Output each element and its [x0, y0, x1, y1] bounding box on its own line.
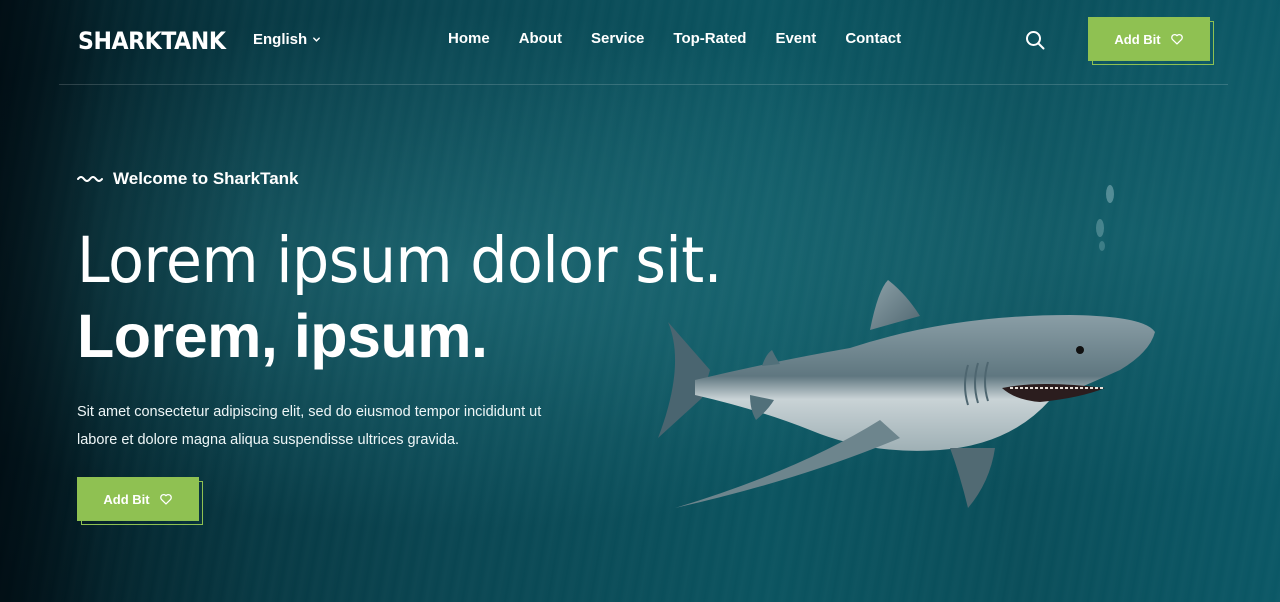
wave-icon: [77, 176, 103, 182]
nav-service[interactable]: Service: [591, 30, 644, 47]
hero-section: SHARKTANK English Home About Service Top…: [0, 0, 1280, 602]
button-label: Add Bit: [103, 491, 150, 507]
shark-image: [658, 280, 1155, 508]
header-add-bit-button[interactable]: Add Bit: [1088, 17, 1210, 61]
search-icon[interactable]: [1024, 29, 1046, 51]
nav-home[interactable]: Home: [448, 30, 490, 47]
main-nav: Home About Service Top-Rated Event Conta…: [448, 30, 901, 47]
nav-about[interactable]: About: [519, 30, 562, 47]
hero-add-bit-button[interactable]: Add Bit: [77, 477, 199, 521]
hero-eyebrow: Welcome to SharkTank: [77, 169, 298, 189]
site-header: SHARKTANK English Home About Service Top…: [0, 0, 1280, 85]
hero-title-light: Lorem ipsum dolor sit.: [77, 224, 722, 297]
button-label: Add Bit: [1114, 31, 1161, 47]
hero-title-bold: Lorem, ipsum.: [77, 302, 488, 370]
bubbles-decoration: [1096, 185, 1114, 251]
hero-add-bit-button-wrapper: Add Bit: [77, 477, 203, 525]
eyebrow-text: Welcome to SharkTank: [113, 169, 299, 188]
chevron-down-icon: [313, 37, 321, 42]
logo[interactable]: SHARKTANK: [78, 27, 226, 55]
nav-contact[interactable]: Contact: [845, 30, 901, 47]
heart-icon: [1170, 33, 1183, 45]
heart-icon: [159, 493, 172, 505]
nav-event[interactable]: Event: [775, 30, 816, 47]
header-divider: [59, 84, 1228, 85]
nav-top-rated[interactable]: Top-Rated: [673, 30, 746, 47]
language-selector[interactable]: English: [253, 31, 321, 48]
hero-description: Sit amet consectetur adipiscing elit, se…: [77, 404, 542, 448]
language-label: English: [253, 31, 308, 48]
header-add-bit-button-wrapper: Add Bit: [1088, 17, 1214, 65]
